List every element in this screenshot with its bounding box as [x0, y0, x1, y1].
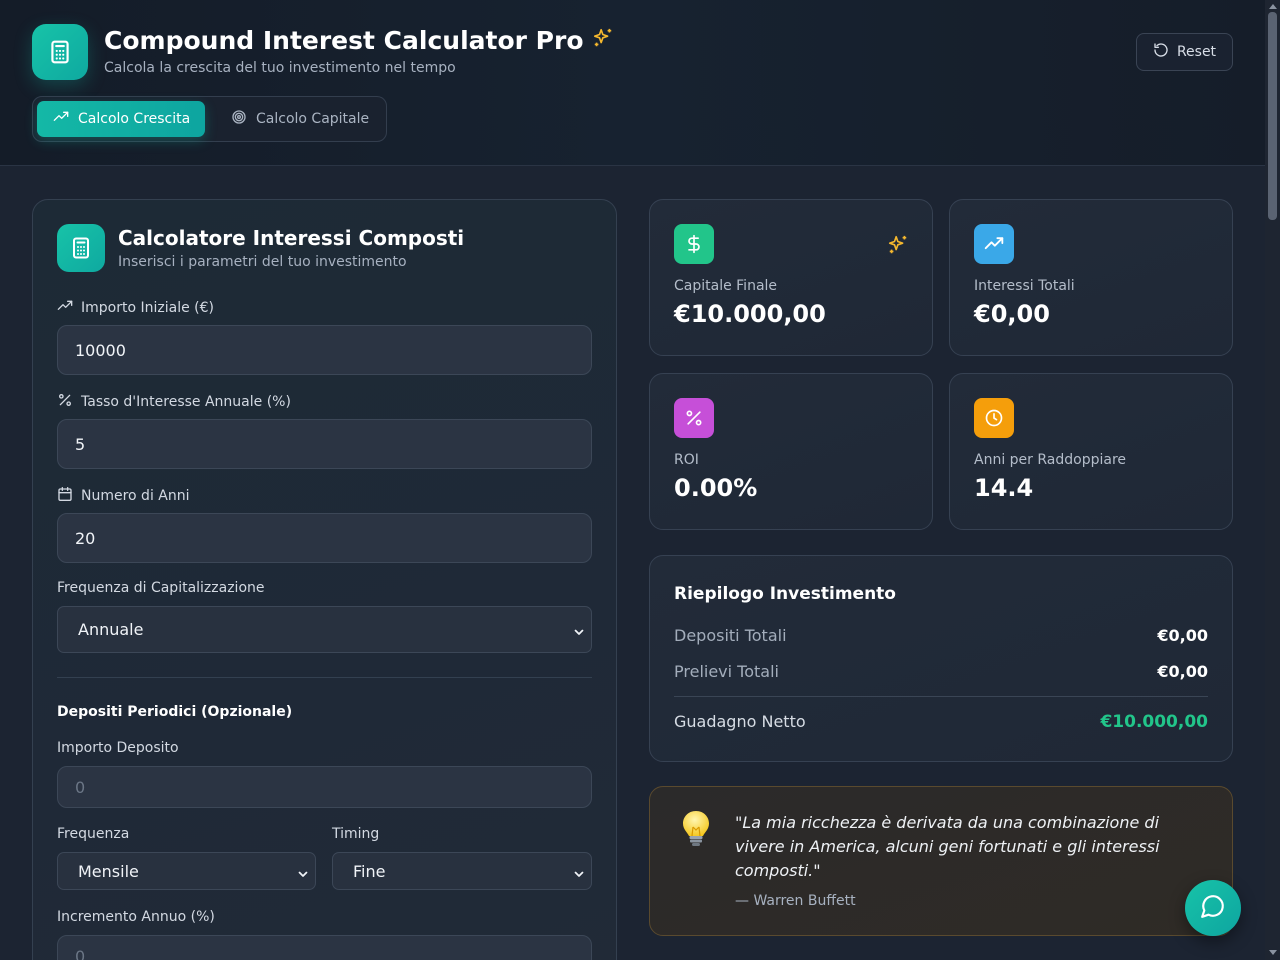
calculator-icon [32, 24, 88, 80]
deposit-amount-label: Importo Deposito [57, 740, 179, 756]
total-interest-label: Interessi Totali [974, 278, 1075, 294]
mode-tabs: Calcolo Crescita Calcolo Capitale [32, 96, 387, 142]
frequency-select-value: Mensile [78, 861, 139, 881]
summary-value: €0,00 [1157, 662, 1208, 681]
tab-label: Calcolo Crescita [78, 111, 191, 127]
compounding-select-value: Annuale [78, 620, 144, 639]
final-capital-value: €10.000,00 [674, 300, 826, 328]
frequency-select[interactable]: Mensile [57, 852, 316, 890]
initial-amount-input[interactable]: 10000 [57, 325, 592, 375]
periodic-deposits-title: Depositi Periodici (Opzionale) [57, 704, 293, 720]
years-label-text: Numero di Anni [81, 488, 190, 504]
page-scrollbar[interactable] [1265, 0, 1280, 960]
doubling-years-card: Anni per Raddoppiare 14.4 [949, 373, 1233, 530]
lightbulb-icon [680, 809, 712, 853]
timing-select-value: Fine [353, 861, 386, 881]
annual-increase-input[interactable]: 0 [57, 935, 592, 960]
interest-rate-input[interactable]: 5 [57, 419, 592, 469]
app-header: Compound Interest Calculator Pro Calcola… [0, 0, 1265, 166]
calculator-icon [57, 224, 105, 272]
form-title: Calcolatore Interessi Composti [118, 226, 465, 250]
sparkles-icon [592, 26, 614, 55]
roi-card: ROI 0.00% [649, 373, 933, 530]
summary-divider [674, 696, 1208, 697]
form-divider [57, 677, 592, 678]
quote-card: "La mia ricchezza è derivata da una comb… [649, 786, 1233, 936]
summary-title: Riepilogo Investimento [674, 584, 896, 604]
compounding-label: Frequenza di Capitalizzazione [57, 580, 265, 596]
trending-up-icon [57, 298, 73, 318]
message-circle-icon [1200, 893, 1226, 923]
quote-author: — Warren Buffett [735, 893, 856, 909]
timing-select[interactable]: Fine [332, 852, 592, 890]
app-subtitle: Calcola la crescita del tuo investimento… [104, 60, 456, 76]
trending-up-icon [53, 109, 69, 129]
chevron-down-icon [573, 623, 585, 642]
interest-rate-label-text: Tasso d'Interesse Annuale (%) [81, 394, 291, 410]
clock-icon [974, 398, 1014, 438]
quote-text: "La mia ricchezza è derivata da una comb… [735, 813, 1160, 880]
target-icon [231, 109, 247, 129]
final-capital-card: Capitale Finale €10.000,00 [649, 199, 933, 356]
scroll-up-arrow[interactable] [1269, 4, 1277, 9]
trending-up-icon [974, 224, 1014, 264]
years-label: Numero di Anni [57, 486, 190, 506]
summary-key: Guadagno Netto [674, 712, 806, 731]
final-capital-label: Capitale Finale [674, 278, 778, 294]
net-gain-value: €10.000,00 [1100, 712, 1208, 732]
calculator-form-card: Calcolatore Interessi Composti Inserisci… [32, 199, 617, 960]
summary-key: Depositi Totali [674, 626, 787, 645]
doubling-years-value: 14.4 [974, 474, 1034, 502]
initial-amount-label-text: Importo Iniziale (€) [81, 300, 214, 316]
reset-button[interactable]: Reset [1136, 33, 1233, 71]
tab-label: Calcolo Capitale [256, 111, 370, 127]
dollar-sign-icon [674, 224, 714, 264]
percent-icon [57, 392, 73, 412]
sparkles-icon [887, 234, 909, 260]
chevron-down-icon [573, 865, 585, 884]
roi-label: ROI [674, 452, 699, 468]
summary-row-withdrawals: Prelievi Totali €0,00 [674, 662, 1208, 681]
annual-increase-label: Incremento Annuo (%) [57, 909, 215, 925]
summary-key: Prelievi Totali [674, 662, 779, 681]
total-interest-card: Interessi Totali €0,00 [949, 199, 1233, 356]
tab-calcolo-capitale[interactable]: Calcolo Capitale [215, 101, 385, 137]
roi-value: 0.00% [674, 474, 758, 502]
summary-value: €0,00 [1157, 626, 1208, 645]
initial-amount-label: Importo Iniziale (€) [57, 298, 214, 318]
summary-row-deposits: Depositi Totali €0,00 [674, 626, 1208, 645]
doubling-years-label: Anni per Raddoppiare [974, 452, 1127, 468]
app-title: Compound Interest Calculator Pro [104, 26, 614, 55]
percent-icon [674, 398, 714, 438]
calendar-icon [57, 486, 73, 506]
deposit-amount-input[interactable]: 0 [57, 766, 592, 808]
frequency-label: Frequenza [57, 826, 130, 842]
tab-calcolo-crescita[interactable]: Calcolo Crescita [37, 101, 205, 137]
scroll-down-arrow[interactable] [1269, 950, 1277, 955]
chevron-down-icon [297, 865, 309, 884]
investment-summary-card: Riepilogo Investimento Depositi Totali €… [649, 555, 1233, 762]
scrollbar-thumb[interactable] [1268, 12, 1277, 220]
interest-rate-label: Tasso d'Interesse Annuale (%) [57, 392, 291, 412]
timing-label: Timing [332, 826, 380, 842]
reset-button-label: Reset [1176, 44, 1217, 60]
compounding-select[interactable]: Annuale [57, 606, 592, 653]
total-interest-value: €0,00 [974, 300, 1050, 328]
chat-button[interactable] [1185, 880, 1241, 936]
summary-row-net-gain: Guadagno Netto €10.000,00 [674, 712, 1208, 732]
form-subtitle: Inserisci i parametri del tuo investimen… [118, 254, 407, 270]
rotate-ccw-icon [1153, 42, 1169, 62]
years-input[interactable]: 20 [57, 513, 592, 563]
app-title-text: Compound Interest Calculator Pro [104, 26, 584, 55]
